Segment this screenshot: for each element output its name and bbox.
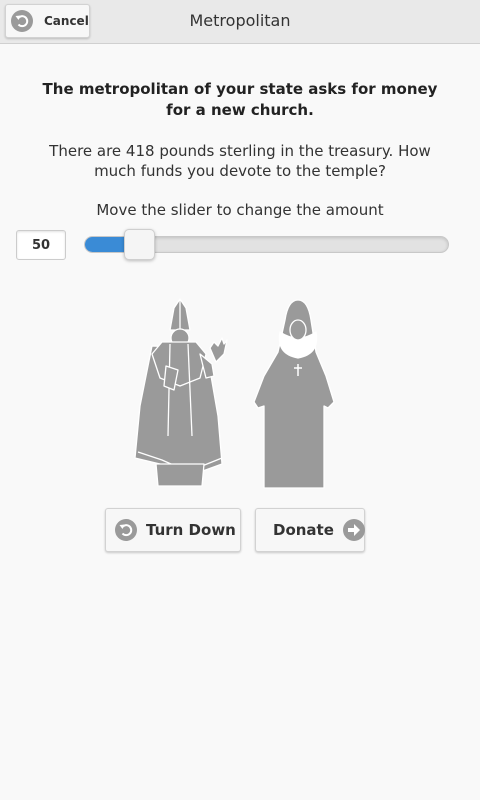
arrow-right-icon	[342, 519, 365, 541]
pope-figure	[134, 298, 228, 487]
amount-slider-handle[interactable]	[123, 229, 155, 260]
treasury-info: There are 418 pounds sterling in the tre…	[49, 142, 431, 180]
donate-label: Donate	[273, 521, 334, 539]
donate-button[interactable]: Donate	[255, 508, 365, 552]
slider-instruction: Move the slider to change the amount	[96, 201, 384, 219]
page-title: Metropolitan	[189, 11, 291, 30]
header-bar: Cancel Metropolitan	[0, 0, 480, 44]
amount-input[interactable]	[16, 230, 66, 260]
undo-arrow-icon	[115, 519, 137, 541]
turn-down-button[interactable]: Turn Down	[105, 508, 241, 552]
turn-down-label: Turn Down	[146, 521, 236, 539]
request-question: The metropolitan of your state asks for …	[42, 80, 438, 119]
clergy-illustration	[134, 298, 335, 489]
nun-figure	[253, 299, 335, 489]
